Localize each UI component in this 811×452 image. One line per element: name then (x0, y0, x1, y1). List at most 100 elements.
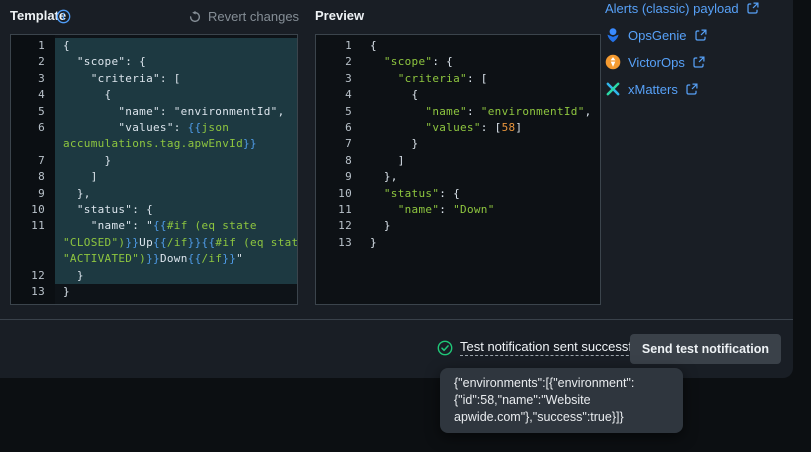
code-text: "name": "environmentId", (55, 104, 297, 120)
code-line: accumulations.tag.apwEnvId}} (11, 136, 297, 152)
code-line: "ACTIVATED")}}Down{{/if}}" (11, 251, 297, 267)
code-line: 1{ (316, 38, 600, 54)
code-line: 1{ (11, 38, 297, 54)
link-alerts-classic-payload[interactable]: Alerts (classic) payload (605, 0, 760, 17)
footer-divider (0, 319, 793, 320)
line-number (11, 235, 55, 251)
code-line: 11 "name": "{{#if (eq state (11, 218, 297, 234)
code-text: "name": "{{#if (eq state (55, 218, 297, 234)
line-number: 10 (11, 202, 55, 218)
code-text: { (362, 87, 600, 103)
brand-icon (605, 81, 621, 97)
code-line: 3 "criteria": [ (11, 71, 297, 87)
code-text: accumulations.tag.apwEnvId}} (55, 136, 297, 152)
revert-changes-label: Revert changes (208, 9, 299, 24)
code-text: { (362, 38, 600, 54)
code-text: }, (362, 169, 600, 185)
link-victorops[interactable]: VictorOps (605, 53, 760, 71)
line-number: 2 (316, 54, 362, 70)
preview-panel: 1{2 "scope": {3 "criteria": [4 {5 "name"… (315, 34, 601, 305)
link-opsgenie[interactable]: OpsGenie (605, 26, 760, 44)
line-number: 8 (11, 169, 55, 185)
line-number: 12 (11, 268, 55, 284)
code-text: "status": { (362, 186, 600, 202)
code-text: "values": {{json (55, 120, 297, 136)
line-number: 1 (316, 38, 362, 54)
line-number: 8 (316, 153, 362, 169)
code-line: 7 } (316, 136, 600, 152)
external-link-icon (685, 82, 699, 96)
code-text: } (362, 218, 600, 234)
code-text: ] (55, 169, 297, 185)
line-number: 11 (11, 218, 55, 234)
code-text: ] (362, 153, 600, 169)
code-text: "name": "Down" (362, 202, 600, 218)
code-line: 9 }, (11, 186, 297, 202)
line-number: 4 (316, 87, 362, 103)
template-editor[interactable]: 1{2 "scope": {3 "criteria": [4 {5 "name"… (10, 34, 298, 305)
revert-changes-button[interactable]: Revert changes (188, 9, 299, 24)
brand-icon (605, 27, 621, 43)
code-line: 7 } (11, 153, 297, 169)
line-number: 4 (11, 87, 55, 103)
success-check-icon (437, 340, 453, 356)
line-number: 2 (11, 54, 55, 70)
link-xmatters[interactable]: xMatters (605, 80, 760, 98)
line-number: 7 (11, 153, 55, 169)
code-text: "name": "environmentId", (362, 104, 600, 120)
line-number: 5 (11, 104, 55, 120)
code-line: 8 ] (11, 169, 297, 185)
send-test-notification-button[interactable]: Send test notification (630, 334, 781, 364)
code-text: "scope": { (362, 54, 600, 70)
link-label[interactable]: OpsGenie (628, 28, 687, 43)
code-line: 2 "scope": { (316, 54, 600, 70)
link-label[interactable]: VictorOps (628, 55, 685, 70)
code-line: 12 } (11, 268, 297, 284)
code-line: 12 } (316, 218, 600, 234)
code-line: 6 "values": [58] (316, 120, 600, 136)
link-label[interactable]: Alerts (classic) payload (605, 1, 739, 16)
line-number: 9 (11, 186, 55, 202)
code-line: 13} (316, 235, 600, 251)
line-number: 6 (316, 120, 362, 136)
page: Template Revert changes Preview 1{2 "sco… (0, 0, 811, 452)
line-number: 10 (316, 186, 362, 202)
documentation-links: Alerts (classic) payload OpsGenie (605, 0, 760, 107)
line-number: 3 (11, 71, 55, 87)
line-number: 9 (316, 169, 362, 185)
test-status: Test notification sent successfully. (437, 339, 654, 356)
code-text: "status": { (55, 202, 297, 218)
code-line: 11 "name": "Down" (316, 202, 600, 218)
line-number: 12 (316, 218, 362, 234)
code-text: "criteria": [ (362, 71, 600, 87)
test-response-tooltip: {"environments":[{"environment": {"id":5… (440, 368, 683, 433)
code-text: "CLOSED")}}Up{{/if}}{{#if (eq state (55, 235, 298, 251)
code-text: } (362, 136, 600, 152)
info-icon[interactable] (56, 9, 71, 24)
revert-icon (188, 10, 202, 24)
code-text: } (55, 268, 297, 284)
code-text: } (55, 284, 297, 300)
preview-label: Preview (315, 8, 364, 23)
external-link-icon (692, 55, 706, 69)
code-line: 9 }, (316, 169, 600, 185)
code-line: 4 { (11, 87, 297, 103)
brand-icon (605, 54, 621, 70)
code-line: 10 "status": { (11, 202, 297, 218)
line-number: 13 (316, 235, 362, 251)
code-text: { (55, 87, 297, 103)
code-line: "CLOSED")}}Up{{/if}}{{#if (eq state (11, 235, 297, 251)
line-number: 7 (316, 136, 362, 152)
code-text: { (55, 38, 297, 54)
code-line: 13} (11, 284, 297, 300)
code-line: 2 "scope": { (11, 54, 297, 70)
link-label[interactable]: xMatters (628, 82, 678, 97)
code-line: 10 "status": { (316, 186, 600, 202)
code-text: "scope": { (55, 54, 297, 70)
test-status-message[interactable]: Test notification sent successfully. (460, 339, 654, 356)
notification-template-panel: Template Revert changes Preview 1{2 "sco… (0, 0, 793, 378)
code-text: } (362, 235, 600, 251)
code-line: 4 { (316, 87, 600, 103)
line-number: 5 (316, 104, 362, 120)
line-number: 13 (11, 284, 55, 300)
